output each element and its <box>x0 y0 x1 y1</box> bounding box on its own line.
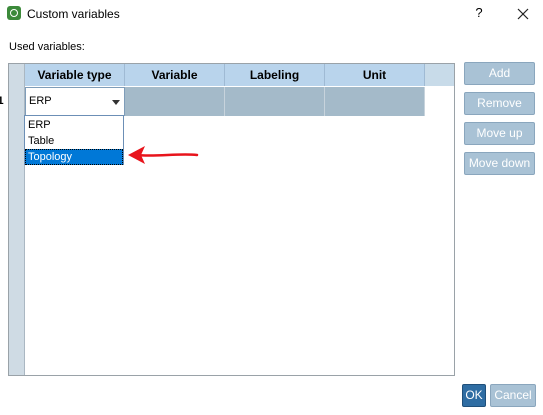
dropdown-option-table[interactable]: Table <box>25 133 123 149</box>
column-header-unit[interactable]: Unit <box>325 64 425 86</box>
window-title: Custom variables <box>27 7 120 21</box>
chevron-down-icon[interactable] <box>112 100 120 105</box>
table-header: Variable type Variable Labeling Unit <box>25 64 454 86</box>
dropdown-option-erp[interactable]: ERP <box>25 117 123 133</box>
title-bar: Custom variables ? <box>0 0 543 28</box>
variable-type-value: ERP <box>29 95 52 107</box>
variable-type-dropdown-list: ERP Table Topology <box>24 115 124 165</box>
add-button[interactable]: Add <box>464 62 535 85</box>
row-header-gutter <box>9 64 25 375</box>
labeling-cell[interactable] <box>225 87 325 116</box>
variable-type-combobox[interactable]: ERP <box>25 87 125 116</box>
used-variables-label: Used variables: <box>9 41 85 53</box>
variable-cell[interactable] <box>125 87 225 116</box>
cancel-button[interactable]: Cancel <box>490 384 536 407</box>
settings-gear-icon <box>7 6 21 20</box>
close-icon <box>517 8 529 20</box>
row-number[interactable]: 1 <box>0 87 8 116</box>
unit-cell[interactable] <box>325 87 425 116</box>
move-up-button[interactable]: Move up <box>464 122 535 145</box>
red-arrow-annotation-icon <box>128 146 199 164</box>
move-down-button[interactable]: Move down <box>464 152 535 175</box>
remove-button[interactable]: Remove <box>464 92 535 115</box>
table-row[interactable]: ERP <box>25 87 454 116</box>
column-header-variable-type[interactable]: Variable type <box>25 64 125 86</box>
ok-button[interactable]: OK <box>462 384 486 407</box>
dropdown-option-topology[interactable]: Topology <box>25 149 123 165</box>
help-button[interactable]: ? <box>470 4 488 22</box>
column-header-variable[interactable]: Variable <box>125 64 225 86</box>
column-header-labeling[interactable]: Labeling <box>225 64 325 86</box>
variables-table[interactable]: Variable type Variable Labeling Unit 1 E… <box>0 63 455 376</box>
close-button[interactable] <box>513 4 533 24</box>
